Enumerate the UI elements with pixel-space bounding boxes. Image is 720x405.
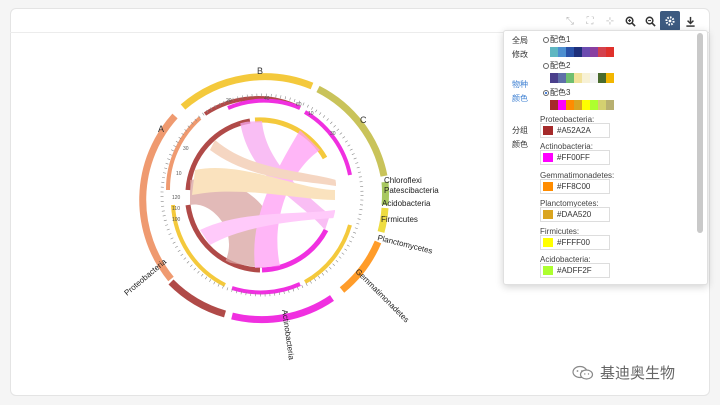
hex-value: #FF8C00 [557, 182, 591, 191]
hex-value: #DAA520 [557, 210, 592, 219]
hex-value: #FF00FF [557, 153, 590, 162]
zoom-out-icon[interactable] [640, 11, 660, 31]
svg-text:40: 40 [264, 96, 270, 102]
svg-text:20: 20 [226, 98, 232, 104]
chord-diagram: 120 110 100 10 30 20 40 60 10 30 A B C C… [123, 66, 440, 361]
hex-value: #FFFF00 [557, 238, 590, 247]
species-label-firmicutes: Firmicutes [381, 215, 418, 224]
svg-text:110: 110 [172, 206, 180, 212]
svg-text:120: 120 [172, 195, 181, 201]
watermark-text: 基迪奥生物 [600, 365, 676, 382]
color-input-planctomycetes[interactable]: #DAA520 [540, 207, 610, 222]
panel-scrollbar[interactable] [697, 33, 703, 233]
radio-circle-icon [543, 36, 549, 43]
species-label-proteobacteria: Proteobacteria [123, 257, 169, 298]
species-arc-proteobacteria[interactable] [168, 279, 227, 318]
hex-value: #ADFF2F [557, 266, 592, 275]
scheme-3-swatches[interactable] [550, 100, 614, 110]
hex-value: #A52A2A [557, 126, 591, 135]
wechat-icon [572, 365, 594, 380]
shrink-icon[interactable]: ⊹ [600, 11, 620, 31]
scheme-1-swatches[interactable] [550, 47, 614, 57]
color-input-gemmatimonadetes[interactable]: #FF8C00 [540, 179, 610, 194]
scheme-3-label: 配色3 [550, 88, 571, 97]
species-color-label[interactable]: 物种颜色 [512, 78, 532, 106]
scheme-1-label: 配色1 [550, 35, 571, 44]
radio-circle-icon [543, 62, 549, 69]
svg-text:100: 100 [172, 217, 181, 223]
species-label-acidobacteria: Acidobacteria [382, 199, 431, 208]
species-label-planctomycetes: Planctomycetes [377, 233, 434, 255]
restore-icon[interactable]: ⤡ [560, 11, 580, 31]
scheme-2-radio[interactable]: 配色2 [543, 60, 570, 71]
color-input-actinobacteria[interactable]: #FF00FF [540, 150, 610, 165]
scheme-2-swatches[interactable] [550, 73, 614, 83]
species-label-gemmatimonadetes: Gemmatimonadetes [354, 267, 411, 324]
radio-circle-icon [543, 89, 549, 96]
zoom-fit-icon[interactable]: ⛶ [580, 11, 600, 31]
global-modify-label: 全局修改 [512, 36, 528, 59]
species-label-chloroflexi: Chloroflexi [384, 176, 422, 185]
color-input-acidobacteria[interactable]: #ADFF2F [540, 263, 610, 278]
color-input-firmicutes[interactable]: #FFFF00 [540, 235, 610, 250]
group-label-c: C [360, 115, 367, 125]
color-input-proteobacteria[interactable]: #A52A2A [540, 123, 610, 138]
group-color-label: 分组颜色 [512, 126, 528, 149]
svg-text:10: 10 [308, 111, 314, 117]
svg-text:30: 30 [330, 131, 336, 137]
scheme-2-label: 配色2 [550, 61, 571, 70]
svg-text:30: 30 [183, 146, 189, 152]
group-arc-a[interactable] [139, 113, 178, 282]
scheme-3-radio[interactable]: 配色3 [543, 87, 570, 98]
species-label-patescibacteria: Patescibacteria [384, 186, 439, 195]
settings-icon[interactable] [660, 11, 680, 31]
group-label-a: A [158, 124, 164, 134]
scheme-1-radio[interactable]: 配色1 [543, 34, 570, 45]
chart-toolbar: ⤡ ⛶ ⊹ [560, 11, 700, 31]
zoom-in-icon[interactable] [620, 11, 640, 31]
svg-text:60: 60 [296, 102, 302, 108]
watermark: 基迪奥生物 [572, 362, 675, 383]
svg-text:10: 10 [176, 171, 182, 177]
download-icon[interactable] [680, 11, 700, 31]
group-label-b: B [257, 66, 263, 76]
